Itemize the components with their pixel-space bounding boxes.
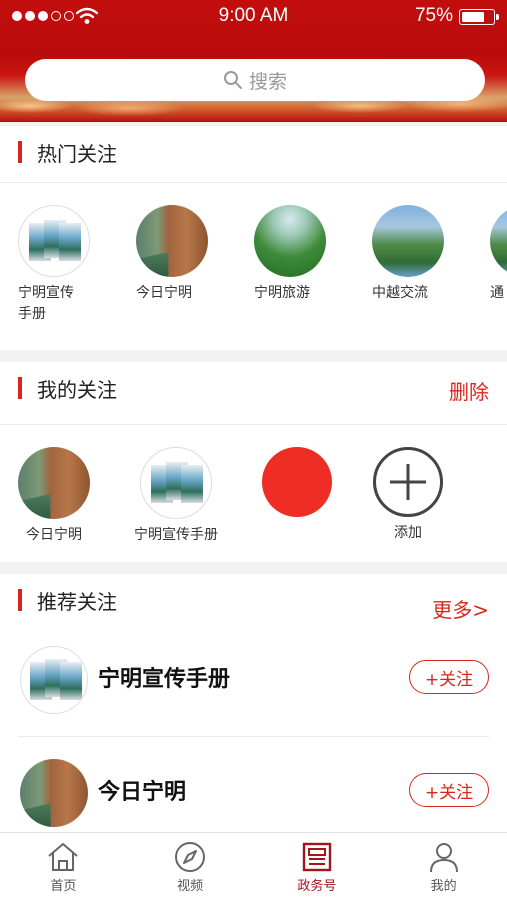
hot-title: 热门关注 bbox=[37, 142, 117, 166]
river-avatar bbox=[372, 205, 444, 277]
tab-label: 政务号 bbox=[297, 879, 337, 894]
my-item-brochure[interactable]: 宁明宣传手册 bbox=[128, 447, 224, 546]
red-dot-avatar bbox=[262, 447, 332, 517]
my-item-today[interactable]: 今日宁明 bbox=[18, 447, 90, 546]
my-follow-section: 我的关注 删除 今日宁明 宁明宣传手册 添加 bbox=[0, 362, 507, 562]
river-avatar bbox=[490, 205, 507, 277]
recommend-title: 推荐关注 bbox=[37, 590, 117, 614]
my-follow-title: 我的关注 bbox=[37, 378, 117, 402]
cliff-avatar bbox=[20, 759, 88, 827]
user-icon bbox=[429, 843, 458, 873]
my-item-label: 今日宁明 bbox=[26, 527, 82, 543]
compass-icon bbox=[175, 842, 206, 872]
recommend-header: 推荐关注 更多> bbox=[0, 574, 507, 624]
tab-bar: 首页 视频 政务号 我的 bbox=[0, 832, 507, 900]
hot-item-label: 宁明旅游 bbox=[254, 285, 310, 301]
section-marker bbox=[18, 377, 22, 399]
recommend-name: 宁明宣传手册 bbox=[98, 667, 231, 692]
delete-button[interactable]: 删除 bbox=[449, 376, 489, 405]
more-link[interactable]: 更多> bbox=[432, 594, 489, 623]
newspaper-icon bbox=[302, 842, 332, 872]
hot-item-today[interactable]: 今日宁明 bbox=[136, 205, 208, 304]
hot-header: 热门关注 bbox=[0, 126, 507, 176]
add-icon bbox=[373, 447, 443, 517]
tab-video[interactable]: 视频 bbox=[127, 833, 254, 900]
brochure-avatar bbox=[20, 646, 88, 714]
brochure-avatar bbox=[18, 205, 90, 277]
tab-label: 我的 bbox=[430, 879, 457, 894]
recommend-name: 今日宁明 bbox=[98, 780, 187, 805]
battery-icon bbox=[459, 9, 499, 25]
recommend-row[interactable]: 宁明宣传手册 +关注 bbox=[0, 624, 507, 736]
tab-mine[interactable]: 我的 bbox=[380, 833, 507, 900]
hot-item-exchange[interactable]: 中越交流 bbox=[372, 205, 444, 304]
home-icon bbox=[48, 843, 79, 871]
hot-item-label: 今日宁明 bbox=[136, 285, 192, 301]
search-bar[interactable]: 搜索 bbox=[25, 59, 485, 101]
hot-item-label: 宁明宣传 手册 bbox=[18, 285, 74, 322]
search-placeholder: 搜索 bbox=[248, 70, 287, 93]
header: 9:00 AM 75% 搜索 bbox=[0, 0, 507, 122]
hot-item-partial[interactable]: 通 bbox=[490, 205, 507, 304]
tab-label: 视频 bbox=[177, 879, 204, 894]
tab-home[interactable]: 首页 bbox=[0, 833, 127, 900]
tab-label: 首页 bbox=[50, 879, 77, 894]
valley-avatar bbox=[254, 205, 326, 277]
my-item-label: 宁明宣传手册 bbox=[134, 527, 218, 543]
search-icon bbox=[223, 71, 242, 89]
hot-item-label: 通 bbox=[490, 285, 504, 301]
hot-section: 热门关注 宁明宣传 手册 今日宁明 宁明旅游 中越交流 通 bbox=[0, 126, 507, 350]
follow-button[interactable]: +关注 bbox=[409, 773, 489, 807]
my-item-red[interactable] bbox=[262, 447, 332, 517]
tab-gov[interactable]: 政务号 bbox=[254, 833, 381, 900]
my-follow-header: 我的关注 删除 bbox=[0, 362, 507, 412]
hot-item-travel[interactable]: 宁明旅游 bbox=[254, 205, 326, 304]
cliff-avatar bbox=[18, 447, 90, 519]
battery-percent: 75% bbox=[414, 5, 453, 26]
hot-item-label: 中越交流 bbox=[372, 285, 428, 301]
cliff-avatar bbox=[136, 205, 208, 277]
status-bar: 9:00 AM 75% bbox=[0, 0, 507, 34]
section-marker bbox=[18, 589, 22, 611]
add-label: 添加 bbox=[394, 525, 422, 541]
hot-item-brochure[interactable]: 宁明宣传 手册 bbox=[18, 205, 90, 325]
add-follow-button[interactable]: 添加 bbox=[373, 447, 443, 544]
brochure-avatar bbox=[140, 447, 212, 519]
section-marker bbox=[18, 141, 22, 163]
follow-button[interactable]: +关注 bbox=[409, 660, 489, 694]
